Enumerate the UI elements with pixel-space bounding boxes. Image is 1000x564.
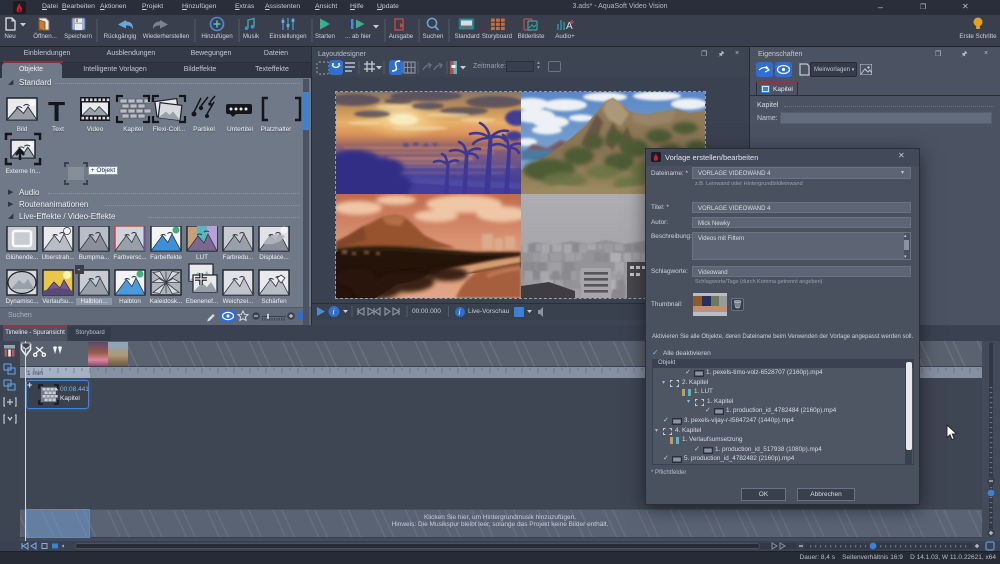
svg-text:-: - <box>78 265 81 274</box>
svg-text:T: T <box>48 96 65 127</box>
svg-text:i: i <box>333 308 335 317</box>
svg-text:i: i <box>459 308 461 317</box>
